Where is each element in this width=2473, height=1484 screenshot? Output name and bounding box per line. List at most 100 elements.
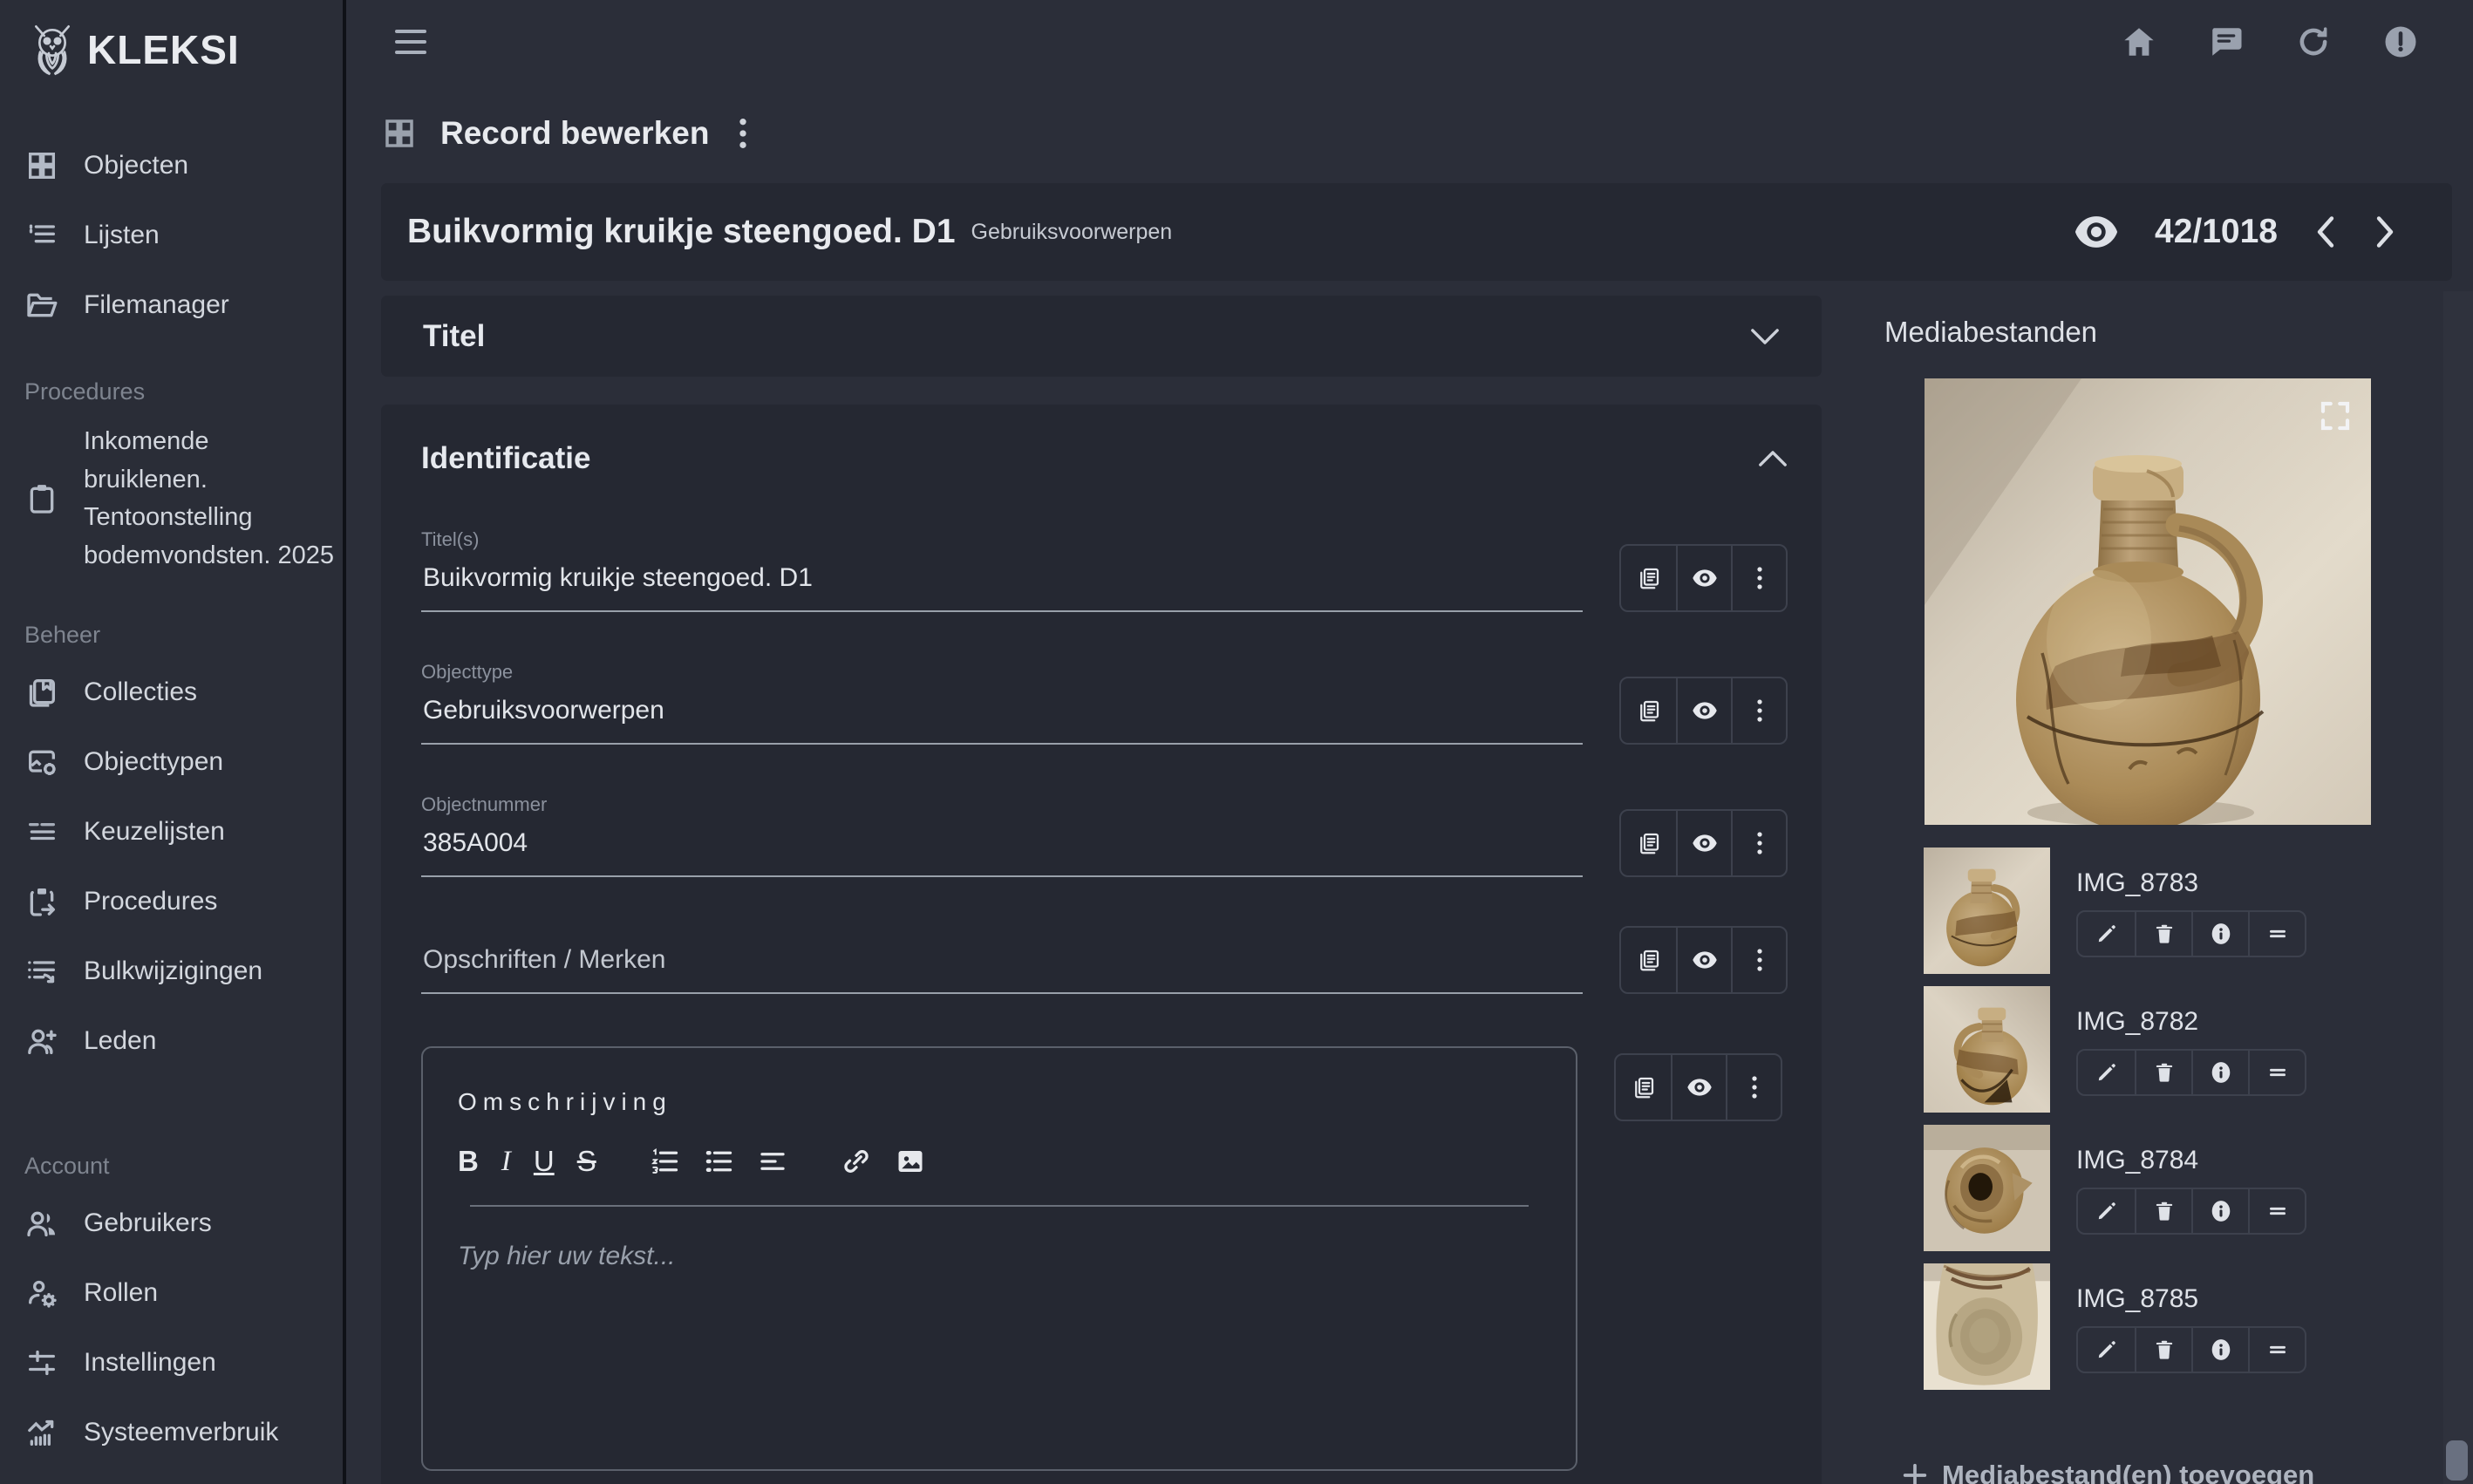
- menu-toggle-icon[interactable]: [395, 30, 426, 54]
- field-visibility-button[interactable]: [1676, 811, 1731, 875]
- scrollbar-thumb[interactable]: [2446, 1440, 2468, 1481]
- media-thumbnail[interactable]: [1924, 986, 2050, 1113]
- field-menu-button[interactable]: [1731, 678, 1786, 743]
- page-menu-kebab-icon[interactable]: [732, 116, 754, 151]
- sidebar-item-instellingen[interactable]: Instellingen: [24, 1328, 343, 1398]
- media-item: IMG_8784: [1924, 1125, 2452, 1251]
- sidebar-item-objecttypen[interactable]: Objecttypen: [24, 727, 343, 797]
- media-delete-button[interactable]: [2135, 1328, 2191, 1372]
- field-objectnummer[interactable]: Objectnummer 385A004: [421, 793, 1583, 877]
- sidebar-item-systeemverbruik[interactable]: Systeemverbruik: [24, 1398, 343, 1467]
- sidebar-item-procedures[interactable]: Procedures: [24, 867, 343, 936]
- italic-button[interactable]: I: [501, 1146, 511, 1178]
- preview-eye-icon[interactable]: [2074, 216, 2118, 248]
- sidebar-item-bulkwijzigingen[interactable]: Bulkwijzigingen: [24, 936, 343, 1006]
- field-value[interactable]: Opschriften / Merken: [421, 933, 1583, 994]
- media-drag-handle[interactable]: [2248, 1189, 2305, 1233]
- sidebar-item-objecten[interactable]: Objecten: [24, 131, 343, 201]
- add-media-button[interactable]: Mediabestand(en) toevoegen: [1900, 1460, 2452, 1484]
- field-objecttype[interactable]: Objecttype Gebruiksvoorwerpen: [421, 661, 1583, 745]
- media-info-button[interactable]: [2191, 1051, 2248, 1094]
- field-value[interactable]: 385A004: [421, 816, 1583, 877]
- media-name: IMG_8784: [2076, 1146, 2306, 1175]
- media-thumbnail[interactable]: [1924, 1125, 2050, 1251]
- field-menu-button[interactable]: [1726, 1055, 1781, 1120]
- eye-icon: [1692, 830, 1718, 856]
- underline-button[interactable]: U: [534, 1145, 555, 1178]
- editor-placeholder[interactable]: Typ hier uw tekst...: [458, 1242, 1541, 1271]
- media-edit-button[interactable]: [2078, 912, 2135, 956]
- next-record-icon[interactable]: [2374, 215, 2396, 248]
- media-edit-button[interactable]: [2078, 1051, 2135, 1094]
- media-delete-button[interactable]: [2135, 1189, 2191, 1233]
- field-copy-button[interactable]: [1621, 811, 1676, 875]
- field-visibility-button[interactable]: [1676, 678, 1731, 743]
- field-visibility-button[interactable]: [1676, 928, 1731, 992]
- field-value[interactable]: Gebruiksvoorwerpen: [421, 684, 1583, 745]
- media-drag-handle[interactable]: [2248, 912, 2305, 956]
- sidebar-item-logout[interactable]: Logout: [24, 1467, 343, 1484]
- unordered-list-button[interactable]: [703, 1146, 734, 1177]
- sidebar-item-filemanager[interactable]: Filemanager: [24, 270, 343, 340]
- sidebar-item-lijsten[interactable]: Lijsten: [24, 201, 343, 270]
- media-info-button[interactable]: [2191, 912, 2248, 956]
- bulk-edit-icon: [24, 954, 59, 989]
- kebab-icon: [1747, 947, 1773, 973]
- field-menu-button[interactable]: [1731, 928, 1786, 992]
- field-copy-button[interactable]: [1621, 546, 1676, 610]
- alert-icon[interactable]: [2382, 24, 2419, 60]
- section-identificatie-header[interactable]: Identificatie: [421, 441, 1788, 476]
- sidebar-item-keuzelijsten[interactable]: Keuzelijsten: [24, 797, 343, 867]
- link-button[interactable]: [841, 1146, 872, 1177]
- media-delete-button[interactable]: [2135, 912, 2191, 956]
- chat-icon[interactable]: [2208, 24, 2245, 60]
- field-menu-button[interactable]: [1731, 546, 1786, 610]
- copy-doc-icon: [1631, 1074, 1657, 1100]
- field-opschriften[interactable]: Opschriften / Merken: [421, 933, 1583, 994]
- field-copy-button[interactable]: [1621, 928, 1676, 992]
- media-main-image[interactable]: [1925, 378, 2371, 825]
- media-info-button[interactable]: [2191, 1328, 2248, 1372]
- field-menu-button[interactable]: [1731, 811, 1786, 875]
- fields-list: Titel(s) Buikvormig kruikje steengoed. D…: [421, 528, 1788, 1471]
- media-delete-button[interactable]: [2135, 1051, 2191, 1094]
- prev-record-icon[interactable]: [2314, 215, 2337, 248]
- ordered-list-button[interactable]: [649, 1146, 680, 1177]
- field-visibility-button[interactable]: [1671, 1055, 1726, 1120]
- field-copy-button[interactable]: [1621, 678, 1676, 743]
- field-value[interactable]: Buikvormig kruikje steengoed. D1: [421, 551, 1583, 612]
- field-copy-button[interactable]: [1616, 1055, 1671, 1120]
- media-edit-button[interactable]: [2078, 1189, 2135, 1233]
- sidebar-item-leden[interactable]: Leden: [24, 1006, 343, 1076]
- media-info-button[interactable]: [2191, 1189, 2248, 1233]
- rich-text-editor[interactable]: Omschrijving B I U S: [421, 1046, 1577, 1471]
- field-visibility-button[interactable]: [1676, 546, 1731, 610]
- sidebar-item-gebruikers[interactable]: Gebruikers: [24, 1188, 343, 1258]
- brand-logo[interactable]: KLEKSI: [24, 19, 343, 80]
- field-titels[interactable]: Titel(s) Buikvormig kruikje steengoed. D…: [421, 528, 1583, 612]
- strikethrough-button[interactable]: S: [577, 1145, 596, 1178]
- align-left-button[interactable]: [757, 1146, 788, 1177]
- field-label: Objectnummer: [421, 793, 1583, 816]
- scrollbar[interactable]: [2443, 291, 2473, 1484]
- usage-chart-icon: [24, 1415, 59, 1450]
- copy-doc-icon: [1636, 698, 1662, 724]
- bold-button[interactable]: B: [458, 1145, 479, 1178]
- media-thumbnail[interactable]: [1924, 1263, 2050, 1390]
- sidebar-item-collecties[interactable]: Collecties: [24, 657, 343, 727]
- sidebar-item-procedure-record[interactable]: Inkomende bruiklenen. Tentoonstelling bo…: [24, 414, 343, 583]
- chevron-down-icon: [1750, 327, 1780, 346]
- field-actions: [1619, 677, 1788, 745]
- refresh-icon[interactable]: [2295, 24, 2332, 60]
- media-edit-button[interactable]: [2078, 1328, 2135, 1372]
- home-icon[interactable]: [2121, 24, 2157, 60]
- sidebar-item-rollen[interactable]: Rollen: [24, 1258, 343, 1328]
- jug-thumb-top-icon: [1924, 1125, 2050, 1251]
- insert-image-button[interactable]: [895, 1146, 926, 1177]
- media-drag-handle[interactable]: [2248, 1051, 2305, 1094]
- fullscreen-icon[interactable]: [2317, 398, 2354, 434]
- media-drag-handle[interactable]: [2248, 1328, 2305, 1372]
- clipboard-arrow-icon: [24, 884, 59, 919]
- section-titel[interactable]: Titel: [381, 296, 1822, 377]
- media-thumbnail[interactable]: [1924, 848, 2050, 974]
